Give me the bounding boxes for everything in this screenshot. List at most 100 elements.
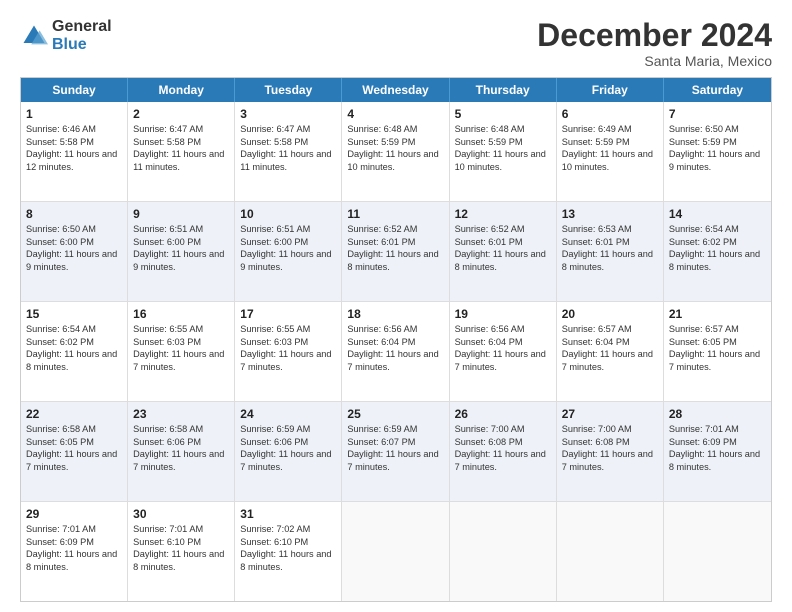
- sunrise-text: Sunrise: 6:55 AM: [133, 323, 229, 335]
- daylight-text: Daylight: 11 hours and 11 minutes.: [240, 148, 336, 173]
- sunset-text: Sunset: 6:02 PM: [26, 336, 122, 348]
- day-number: 15: [26, 306, 122, 322]
- sunset-text: Sunset: 5:58 PM: [240, 136, 336, 148]
- sunrise-text: Sunrise: 7:02 AM: [240, 523, 336, 535]
- logo-general: General: [52, 18, 112, 36]
- sunset-text: Sunset: 6:00 PM: [26, 236, 122, 248]
- day-number: 25: [347, 406, 443, 422]
- sunset-text: Sunset: 6:06 PM: [240, 436, 336, 448]
- cal-cell-day-11: 11Sunrise: 6:52 AMSunset: 6:01 PMDayligh…: [342, 202, 449, 301]
- cal-header-thursday: Thursday: [450, 78, 557, 102]
- daylight-text: Daylight: 11 hours and 9 minutes.: [26, 248, 122, 273]
- cal-cell-day-13: 13Sunrise: 6:53 AMSunset: 6:01 PMDayligh…: [557, 202, 664, 301]
- daylight-text: Daylight: 11 hours and 9 minutes.: [133, 248, 229, 273]
- day-number: 21: [669, 306, 766, 322]
- day-number: 26: [455, 406, 551, 422]
- cal-header-tuesday: Tuesday: [235, 78, 342, 102]
- day-number: 22: [26, 406, 122, 422]
- cal-cell-day-19: 19Sunrise: 6:56 AMSunset: 6:04 PMDayligh…: [450, 302, 557, 401]
- sunrise-text: Sunrise: 6:56 AM: [347, 323, 443, 335]
- day-number: 4: [347, 106, 443, 122]
- day-number: 13: [562, 206, 658, 222]
- daylight-text: Daylight: 11 hours and 7 minutes.: [133, 348, 229, 373]
- day-number: 6: [562, 106, 658, 122]
- sunrise-text: Sunrise: 6:49 AM: [562, 123, 658, 135]
- sunset-text: Sunset: 6:10 PM: [133, 536, 229, 548]
- sunset-text: Sunset: 6:00 PM: [240, 236, 336, 248]
- cal-cell-day-12: 12Sunrise: 6:52 AMSunset: 6:01 PMDayligh…: [450, 202, 557, 301]
- day-number: 3: [240, 106, 336, 122]
- cal-week-2: 8Sunrise: 6:50 AMSunset: 6:00 PMDaylight…: [21, 202, 771, 302]
- sunrise-text: Sunrise: 6:51 AM: [133, 223, 229, 235]
- sunrise-text: Sunrise: 6:46 AM: [26, 123, 122, 135]
- day-number: 20: [562, 306, 658, 322]
- cal-cell-day-2: 2Sunrise: 6:47 AMSunset: 5:58 PMDaylight…: [128, 102, 235, 201]
- sunrise-text: Sunrise: 6:58 AM: [133, 423, 229, 435]
- sunrise-text: Sunrise: 6:47 AM: [133, 123, 229, 135]
- sunrise-text: Sunrise: 6:53 AM: [562, 223, 658, 235]
- day-number: 1: [26, 106, 122, 122]
- cal-header-wednesday: Wednesday: [342, 78, 449, 102]
- cal-cell-day-7: 7Sunrise: 6:50 AMSunset: 5:59 PMDaylight…: [664, 102, 771, 201]
- sunset-text: Sunset: 5:58 PM: [26, 136, 122, 148]
- sunset-text: Sunset: 6:07 PM: [347, 436, 443, 448]
- sunrise-text: Sunrise: 6:48 AM: [347, 123, 443, 135]
- sunset-text: Sunset: 6:05 PM: [26, 436, 122, 448]
- sunrise-text: Sunrise: 7:01 AM: [26, 523, 122, 535]
- sunrise-text: Sunrise: 7:00 AM: [455, 423, 551, 435]
- sunset-text: Sunset: 6:08 PM: [455, 436, 551, 448]
- sunset-text: Sunset: 6:04 PM: [455, 336, 551, 348]
- cal-cell-day-9: 9Sunrise: 6:51 AMSunset: 6:00 PMDaylight…: [128, 202, 235, 301]
- cal-cell-day-1: 1Sunrise: 6:46 AMSunset: 5:58 PMDaylight…: [21, 102, 128, 201]
- daylight-text: Daylight: 11 hours and 8 minutes.: [669, 448, 766, 473]
- day-number: 19: [455, 306, 551, 322]
- sunrise-text: Sunrise: 6:48 AM: [455, 123, 551, 135]
- day-number: 14: [669, 206, 766, 222]
- sunrise-text: Sunrise: 7:00 AM: [562, 423, 658, 435]
- page: General Blue December 2024 Santa Maria, …: [0, 0, 792, 612]
- cal-cell-day-31: 31Sunrise: 7:02 AMSunset: 6:10 PMDayligh…: [235, 502, 342, 601]
- cal-cell-day-16: 16Sunrise: 6:55 AMSunset: 6:03 PMDayligh…: [128, 302, 235, 401]
- daylight-text: Daylight: 11 hours and 11 minutes.: [133, 148, 229, 173]
- daylight-text: Daylight: 11 hours and 7 minutes.: [562, 348, 658, 373]
- sunset-text: Sunset: 6:01 PM: [455, 236, 551, 248]
- cal-cell-day-18: 18Sunrise: 6:56 AMSunset: 6:04 PMDayligh…: [342, 302, 449, 401]
- sunset-text: Sunset: 5:58 PM: [133, 136, 229, 148]
- cal-cell-day-5: 5Sunrise: 6:48 AMSunset: 5:59 PMDaylight…: [450, 102, 557, 201]
- cal-week-1: 1Sunrise: 6:46 AMSunset: 5:58 PMDaylight…: [21, 102, 771, 202]
- sunrise-text: Sunrise: 7:01 AM: [133, 523, 229, 535]
- logo-blue: Blue: [52, 36, 112, 54]
- sunrise-text: Sunrise: 6:54 AM: [26, 323, 122, 335]
- cal-cell-day-22: 22Sunrise: 6:58 AMSunset: 6:05 PMDayligh…: [21, 402, 128, 501]
- sunrise-text: Sunrise: 6:47 AM: [240, 123, 336, 135]
- cal-header-monday: Monday: [128, 78, 235, 102]
- daylight-text: Daylight: 11 hours and 7 minutes.: [240, 448, 336, 473]
- cal-header-sunday: Sunday: [21, 78, 128, 102]
- cal-cell-day-30: 30Sunrise: 7:01 AMSunset: 6:10 PMDayligh…: [128, 502, 235, 601]
- cal-cell-day-25: 25Sunrise: 6:59 AMSunset: 6:07 PMDayligh…: [342, 402, 449, 501]
- daylight-text: Daylight: 11 hours and 8 minutes.: [347, 248, 443, 273]
- daylight-text: Daylight: 11 hours and 9 minutes.: [669, 148, 766, 173]
- sunset-text: Sunset: 6:04 PM: [562, 336, 658, 348]
- cal-cell-day-3: 3Sunrise: 6:47 AMSunset: 5:58 PMDaylight…: [235, 102, 342, 201]
- sunrise-text: Sunrise: 6:59 AM: [347, 423, 443, 435]
- sunrise-text: Sunrise: 7:01 AM: [669, 423, 766, 435]
- daylight-text: Daylight: 11 hours and 8 minutes.: [455, 248, 551, 273]
- cal-cell-day-17: 17Sunrise: 6:55 AMSunset: 6:03 PMDayligh…: [235, 302, 342, 401]
- sunrise-text: Sunrise: 6:51 AM: [240, 223, 336, 235]
- sunrise-text: Sunrise: 6:57 AM: [562, 323, 658, 335]
- logo-text: General Blue: [52, 18, 112, 53]
- sunrise-text: Sunrise: 6:58 AM: [26, 423, 122, 435]
- cal-cell-day-26: 26Sunrise: 7:00 AMSunset: 6:08 PMDayligh…: [450, 402, 557, 501]
- daylight-text: Daylight: 11 hours and 8 minutes.: [669, 248, 766, 273]
- daylight-text: Daylight: 11 hours and 8 minutes.: [26, 348, 122, 373]
- day-number: 18: [347, 306, 443, 322]
- title-block: December 2024 Santa Maria, Mexico: [537, 18, 772, 69]
- day-number: 28: [669, 406, 766, 422]
- day-number: 2: [133, 106, 229, 122]
- sunrise-text: Sunrise: 6:50 AM: [26, 223, 122, 235]
- daylight-text: Daylight: 11 hours and 8 minutes.: [562, 248, 658, 273]
- cal-week-5: 29Sunrise: 7:01 AMSunset: 6:09 PMDayligh…: [21, 502, 771, 601]
- sunset-text: Sunset: 5:59 PM: [347, 136, 443, 148]
- cal-cell-day-8: 8Sunrise: 6:50 AMSunset: 6:00 PMDaylight…: [21, 202, 128, 301]
